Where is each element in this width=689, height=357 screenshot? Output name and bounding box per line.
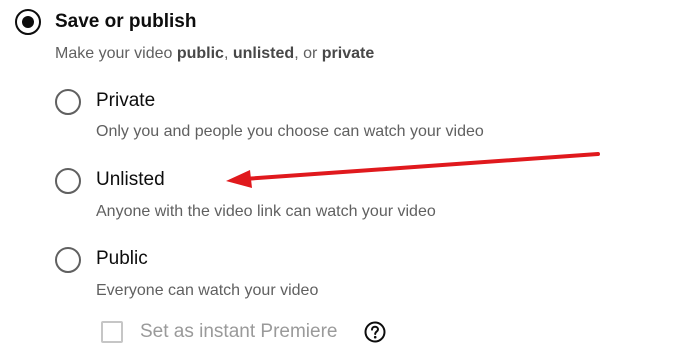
red-arrow-annotation xyxy=(226,152,600,188)
visibility-panel: Save or publish Make your video public, … xyxy=(0,0,689,357)
